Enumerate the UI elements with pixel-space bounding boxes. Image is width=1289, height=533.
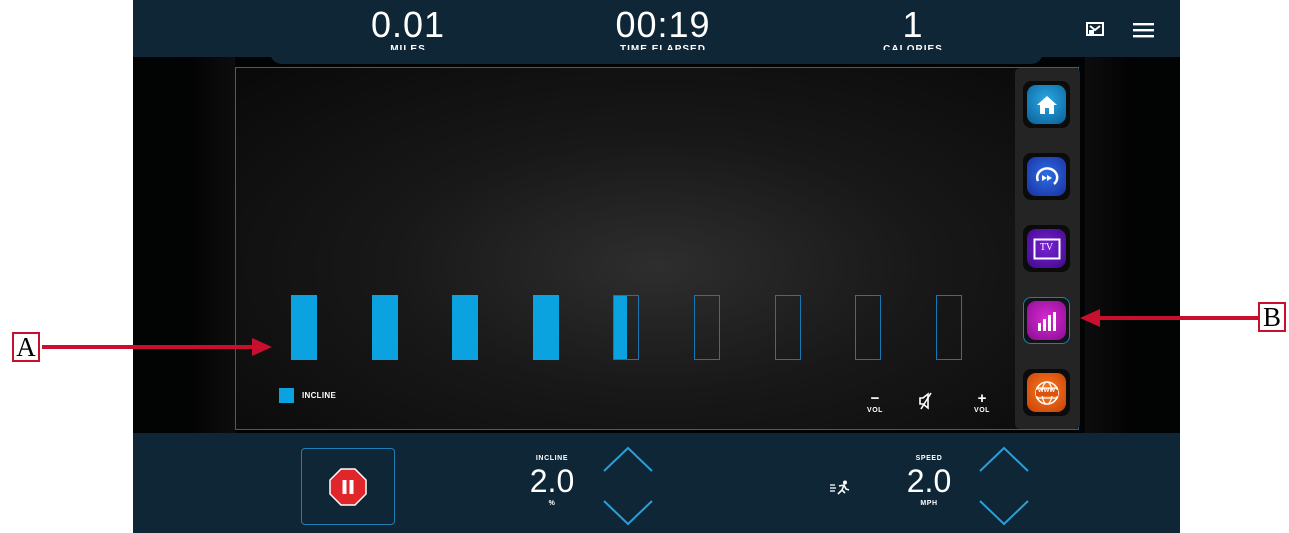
annotation-arrows bbox=[42, 309, 1258, 356]
callout-a: A bbox=[12, 332, 40, 362]
screenshot-stage: 0.01 MILES 00:19 TIME ELAPSED 1 CALORIES bbox=[0, 0, 1289, 533]
callout-b: B bbox=[1258, 302, 1286, 332]
